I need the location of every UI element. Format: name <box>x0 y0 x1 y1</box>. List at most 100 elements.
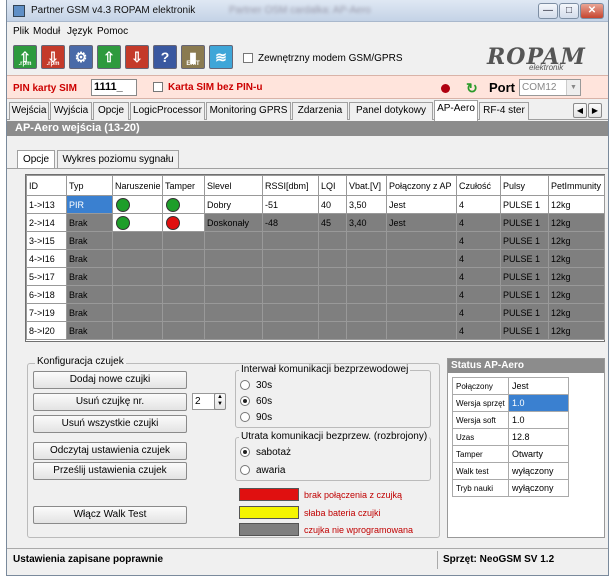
download-icon[interactable]: ⇩ <box>125 45 149 69</box>
grid-cell-pulsy[interactable]: PULSE 1 <box>500 267 549 286</box>
grid-cell-vbat[interactable] <box>346 267 387 286</box>
grid-cell-pulsy[interactable]: PULSE 1 <box>500 249 549 268</box>
grid-cell-czulosc[interactable]: 4 <box>456 231 501 250</box>
interval-90s-radio[interactable] <box>240 412 250 422</box>
grid-cell-tamper[interactable] <box>162 231 205 250</box>
grid-cell-typ[interactable]: Brak <box>66 249 113 268</box>
grid-header-cell[interactable]: Pulsy <box>500 175 549 196</box>
grid-cell-rssi[interactable] <box>262 321 319 340</box>
status-value[interactable]: 1.0 <box>508 411 569 429</box>
maximize-button[interactable]: □ <box>559 3 579 19</box>
grid-cell-slevel[interactable] <box>204 303 263 322</box>
exit-icon[interactable]: ▮ EXIT <box>181 45 205 69</box>
subtab-wykres[interactable]: Wykres poziomu sygnału <box>57 150 179 168</box>
grid-cell-tamper[interactable] <box>162 303 205 322</box>
grid-cell-id[interactable]: 7->I19 <box>26 303 67 322</box>
grid-cell-typ[interactable]: Brak <box>66 285 113 304</box>
grid-cell-id[interactable]: 2->I14 <box>26 213 67 232</box>
grid-cell-czulosc[interactable]: 4 <box>456 285 501 304</box>
grid-cell-vbat[interactable] <box>346 285 387 304</box>
table-row[interactable]: 5->I17 Brak 4 PULSE 1 12kg <box>26 267 605 286</box>
grid-cell-tamper[interactable] <box>162 249 205 268</box>
status-value[interactable]: Otwarty <box>508 445 569 463</box>
grid-cell-pet[interactable]: 12kg <box>548 303 605 322</box>
grid-cell-rssi[interactable] <box>262 267 319 286</box>
grid-header-cell[interactable]: RSSI[dbm] <box>262 175 319 196</box>
status-value[interactable]: wyłączony <box>508 462 569 480</box>
grid-cell-id[interactable]: 8->I20 <box>26 321 67 340</box>
grid-cell-ap[interactable]: Jest <box>386 213 457 232</box>
grid-cell-czulosc[interactable]: 4 <box>456 249 501 268</box>
grid-cell-ap[interactable] <box>386 303 457 322</box>
grid-cell-typ[interactable]: Brak <box>66 303 113 322</box>
grid-cell-lqi[interactable] <box>318 303 347 322</box>
grid-cell-pulsy[interactable]: PULSE 1 <box>500 195 549 214</box>
grid-header-cell[interactable]: PetImmunity <box>548 175 605 196</box>
grid-cell-lqi[interactable] <box>318 249 347 268</box>
grid-cell-id[interactable]: 1->I13 <box>26 195 67 214</box>
grid-cell-pulsy[interactable]: PULSE 1 <box>500 231 549 250</box>
add-sensors-button[interactable]: Dodaj nowe czujki <box>33 371 187 389</box>
grid-header-cell[interactable]: Typ <box>66 175 113 196</box>
grid-cell-tamper[interactable] <box>162 213 205 232</box>
grid-cell-naruszenie[interactable] <box>112 303 163 322</box>
grid-cell-ap[interactable]: Jest <box>386 195 457 214</box>
grid-cell-ap[interactable] <box>386 249 457 268</box>
remove-sensor-button[interactable]: Usuń czujkę nr. <box>33 393 187 411</box>
grid-cell-pulsy[interactable]: PULSE 1 <box>500 213 549 232</box>
menu-modul[interactable]: Moduł <box>33 26 60 37</box>
grid-cell-czulosc[interactable]: 4 <box>456 195 501 214</box>
menu-jezyk[interactable]: Język <box>67 26 93 37</box>
grid-cell-naruszenie[interactable] <box>112 231 163 250</box>
grid-header-cell[interactable]: Połączony z AP <box>386 175 457 196</box>
send-settings-button[interactable]: Prześlij ustawienia czujek <box>33 462 187 480</box>
tab-panel-dotykowy[interactable]: Panel dotykowy <box>349 102 433 120</box>
open-rpm-icon[interactable]: ⇧ .rpm <box>13 45 37 69</box>
grid-cell-typ[interactable]: PIR <box>66 195 113 214</box>
grid-cell-tamper[interactable] <box>162 195 205 214</box>
grid-cell-pet[interactable]: 12kg <box>548 213 605 232</box>
tab-opcje[interactable]: Opcje <box>93 102 129 120</box>
status-value[interactable]: Jest <box>508 377 569 395</box>
grid-cell-lqi[interactable] <box>318 231 347 250</box>
grid-header-cell[interactable]: Naruszenie <box>112 175 163 196</box>
tab-rf4-ster[interactable]: RF-4 ster <box>479 102 529 120</box>
grid-header-cell[interactable]: Vbat.[V] <box>346 175 387 196</box>
grid-cell-lqi[interactable] <box>318 285 347 304</box>
grid-cell-lqi[interactable] <box>318 267 347 286</box>
table-row[interactable]: 3->I15 Brak 4 PULSE 1 12kg <box>26 231 605 250</box>
grid-cell-tamper[interactable] <box>162 285 205 304</box>
save-rpm-icon[interactable]: ⇩ .rpm <box>41 45 65 69</box>
tab-logicprocessor[interactable]: LogicProcessor <box>130 102 205 120</box>
grid-cell-naruszenie[interactable] <box>112 267 163 286</box>
table-row[interactable]: 6->I18 Brak 4 PULSE 1 12kg <box>26 285 605 304</box>
grid-cell-naruszenie[interactable] <box>112 285 163 304</box>
grid-cell-rssi[interactable] <box>262 249 319 268</box>
grid-cell-pulsy[interactable]: PULSE 1 <box>500 285 549 304</box>
grid-cell-vbat[interactable] <box>346 321 387 340</box>
tab-scroll-right-icon[interactable]: ▶ <box>588 103 602 118</box>
pin-input[interactable]: 1111_ <box>91 79 137 96</box>
grid-cell-pulsy[interactable]: PULSE 1 <box>500 321 549 340</box>
grid-cell-lqi[interactable]: 40 <box>318 195 347 214</box>
table-row[interactable]: 8->I20 Brak 4 PULSE 1 12kg <box>26 321 605 340</box>
subtab-opcje[interactable]: Opcje <box>17 150 55 168</box>
tab-zdarzenia[interactable]: Zdarzenia <box>292 102 348 120</box>
grid-cell-naruszenie[interactable] <box>112 195 163 214</box>
grid-cell-pet[interactable]: 12kg <box>548 231 605 250</box>
loss-sabotaz-radio[interactable] <box>240 447 250 457</box>
table-row[interactable]: 2->I14 Brak Doskonały -48 45 3,40 Jest 4 PULSE 1… <box>26 213 605 232</box>
interval-60s-radio[interactable] <box>240 396 250 406</box>
grid-cell-lqi[interactable] <box>318 321 347 340</box>
grid-cell-id[interactable]: 4->I16 <box>26 249 67 268</box>
grid-cell-typ[interactable]: Brak <box>66 213 113 232</box>
grid-cell-vbat[interactable]: 3,50 <box>346 195 387 214</box>
tab-wyjscia[interactable]: Wyjścia <box>50 102 92 120</box>
grid-cell-slevel[interactable] <box>204 249 263 268</box>
refresh-icon[interactable]: ↻ <box>466 80 478 97</box>
grid-cell-ap[interactable] <box>386 285 457 304</box>
tab-wejscia[interactable]: Wejścia <box>9 102 49 120</box>
status-value[interactable]: wyłączony <box>508 479 569 497</box>
grid-cell-ap[interactable] <box>386 267 457 286</box>
grid-cell-vbat[interactable] <box>346 303 387 322</box>
